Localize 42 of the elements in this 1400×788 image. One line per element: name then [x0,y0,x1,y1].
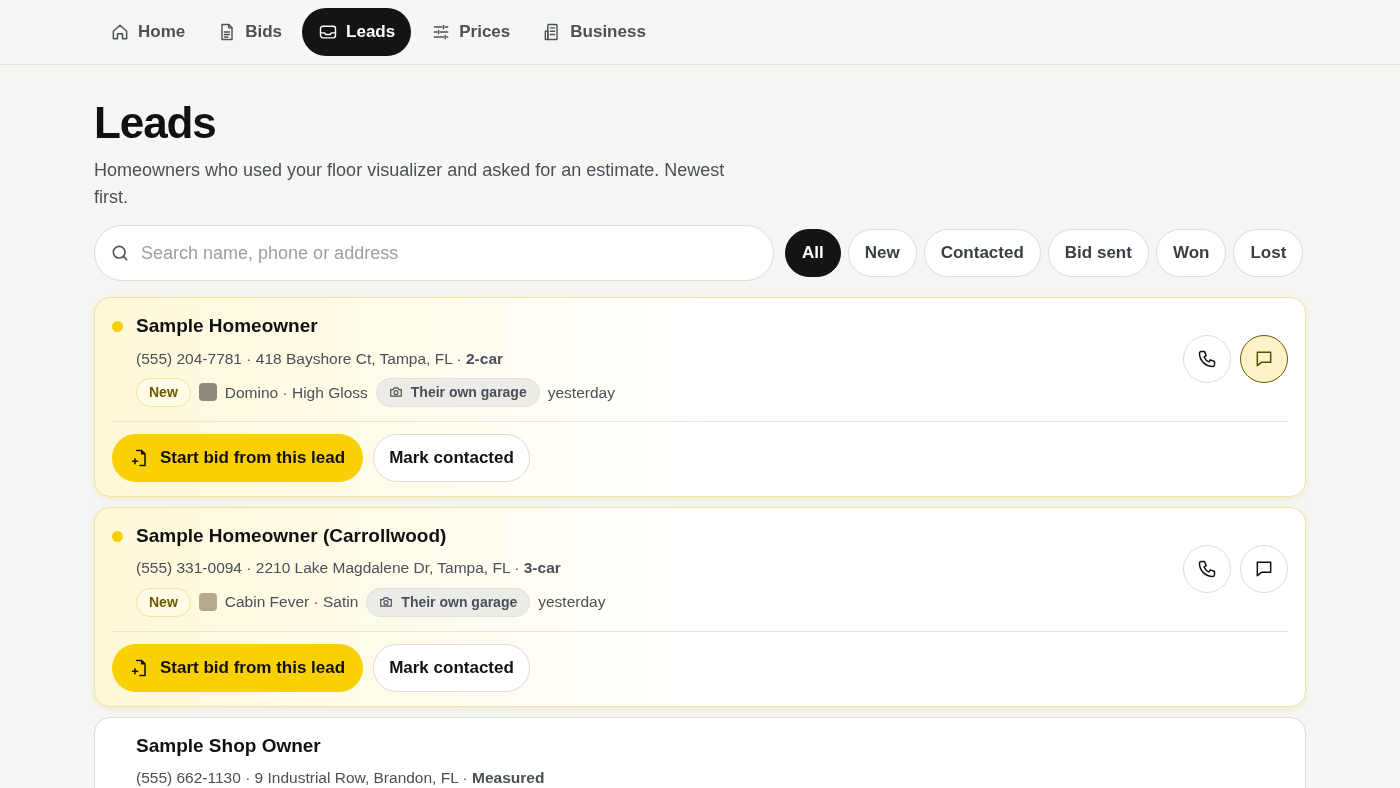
filter-chip[interactable]: Bid sent [1047,229,1149,277]
nav-tab[interactable]: Prices [419,8,523,56]
source-tag: Their own garage [366,587,531,617]
search-icon [110,243,130,263]
finish-label: Cabin Fever · Satin [224,592,359,613]
camera-icon [379,595,394,609]
nav-tab[interactable]: Bids [205,8,295,56]
finish-label: Domino · High Gloss [224,382,368,403]
search-field[interactable]: Search name, phone or address [94,225,774,281]
lead-name: Sample Homeowner (Carrollwood) [136,523,447,548]
message-button[interactable] [1240,335,1288,384]
call-button[interactable] [1183,335,1231,384]
lead-name: Sample Shop Owner [136,733,321,758]
camera-icon [388,385,403,400]
start-bid-button[interactable]: Start bid from this lead [112,433,364,482]
source-tag: Their own garage [375,377,540,407]
lead-name: Sample Homeowner [136,314,318,338]
page-title: Leads [94,97,216,149]
lead-details: (555) 331-0094 · 2210 Lake Magdalene Dr, Tampa, FL · 3-car [136,558,561,579]
lead-details: (555) 204-7781 · 418 Bayshore Ct, Tampa, FL · 2-car [136,348,504,369]
filter-chip[interactable]: All [785,229,841,277]
filter-chip[interactable]: New [847,229,917,277]
home-icon [110,22,130,42]
start-bid-button[interactable]: Start bid from this lead [112,643,364,692]
page-subtitle: Homeowners who used your floor visualizer and asked for an estimate. Newest first. [94,159,726,209]
mark-contacted-button[interactable]: Mark contacted [373,433,530,482]
lead-time: yesterday [547,382,615,403]
status-badge: New [136,587,191,617]
phone-icon [1197,349,1217,370]
mark-contacted-button[interactable]: Mark contacted [373,643,530,692]
lead-time: yesterday [538,592,606,613]
nav-tab[interactable]: Leads [302,8,412,56]
filter-chip[interactable]: Contacted [923,229,1041,277]
phone-icon [1197,559,1217,580]
filter-chip[interactable]: Won [1155,229,1227,277]
call-button[interactable] [1183,545,1231,594]
nav-tab[interactable]: Home [98,8,198,56]
filter-chip[interactable]: Lost [1233,229,1304,277]
nav-tab[interactable]: Business [530,8,658,56]
lead-details: (555) 662-1130 · 9 Industrial Row, Brandon, FL · Measured [136,768,545,788]
inbox-icon [318,22,339,42]
status-badge: New [136,377,191,407]
